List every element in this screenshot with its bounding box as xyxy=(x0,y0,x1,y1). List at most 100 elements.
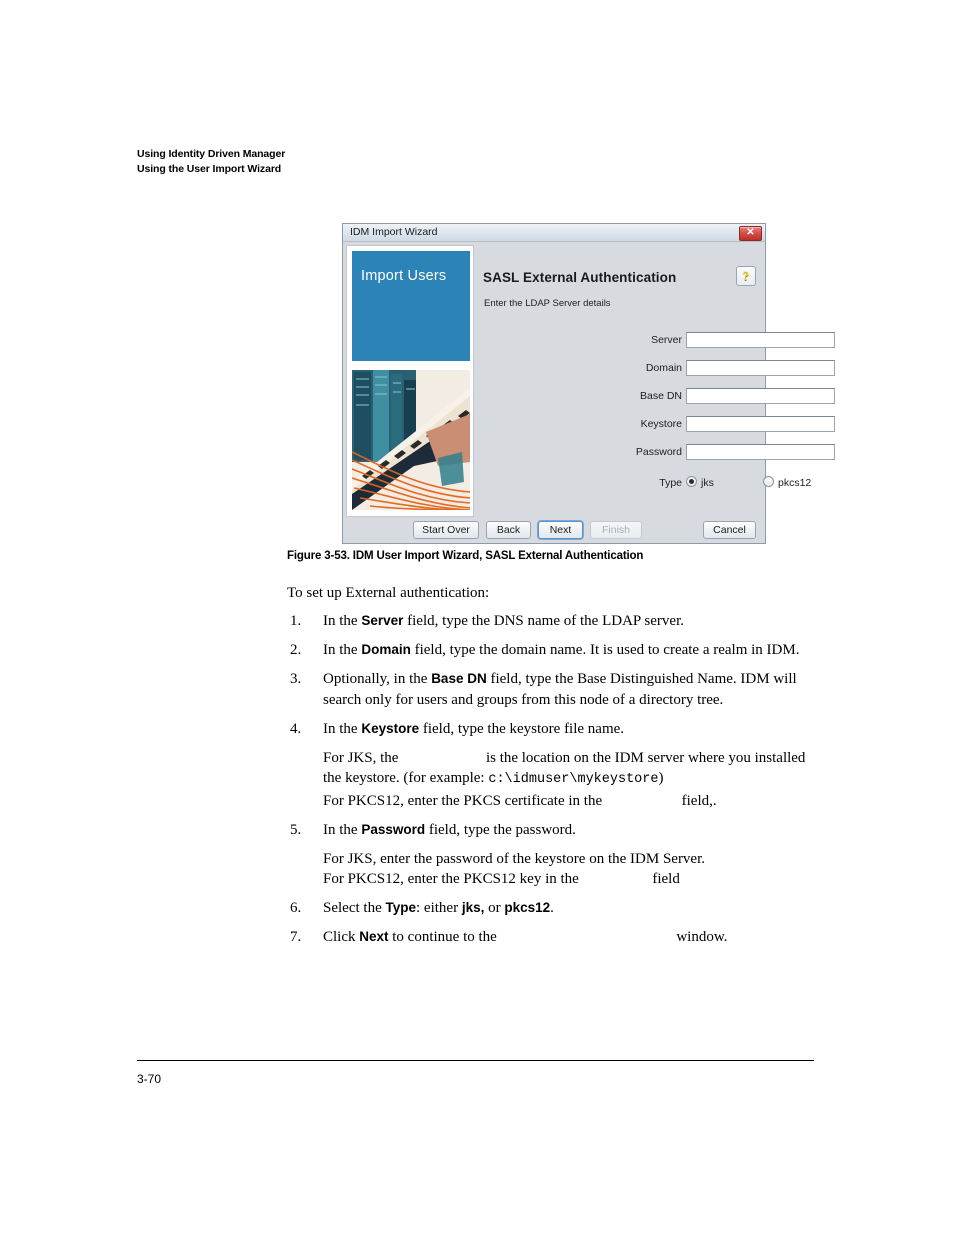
step-text: For JKS, enter the password of the keyst… xyxy=(323,850,706,867)
back-button[interactable]: Back xyxy=(486,521,531,539)
domain-label: Domain xyxy=(645,362,682,374)
radio-jks-dot xyxy=(686,476,697,487)
figure-caption: Figure 3-53. IDM User Import Wizard, SAS… xyxy=(287,550,644,562)
help-question-icon[interactable]: ? xyxy=(736,266,756,286)
code-path: c:\idmuser\mykeystore xyxy=(488,772,659,787)
emphasized-term: Next xyxy=(359,929,389,944)
step-text: field xyxy=(648,871,680,887)
field-row-server: Server xyxy=(477,331,835,350)
step-text: field, type the DNS name of the LDAP ser… xyxy=(403,613,685,629)
type-row: Type jks pkcs12 xyxy=(477,475,811,491)
step-item: 1. In the Server field, type the DNS name… xyxy=(287,611,814,632)
next-button[interactable]: Next xyxy=(538,521,583,539)
running-header-line-1: Using Identity Driven Manager xyxy=(137,148,286,160)
step-body: Click Next to continue to the window. xyxy=(323,929,727,945)
footer-rule xyxy=(137,1060,814,1061)
running-header: Using Identity Driven Manager Using the … xyxy=(137,147,285,176)
emphasized-term: Keystore xyxy=(361,720,420,736)
step-body: In the Keystore field, type the keystore… xyxy=(323,721,624,737)
step-text: In the xyxy=(323,821,362,838)
dialog-titlebar: IDM Import Wizard ✕ xyxy=(343,224,765,242)
page-number: 3-70 xyxy=(137,1072,162,1086)
close-icon-glyph: ✕ xyxy=(746,227,755,238)
step-subtext: For JKS, enter the password of the keyst… xyxy=(323,849,814,890)
emphasized-term: jks, xyxy=(461,900,485,915)
close-icon[interactable]: ✕ xyxy=(739,226,762,241)
field-row-base-dn: Base DN xyxy=(477,387,835,406)
step-text: In the xyxy=(323,720,362,737)
idm-import-wizard-dialog: IDM Import Wizard ✕ Import Users SASL Ex… xyxy=(342,223,835,545)
field-row-password: Password xyxy=(477,443,835,462)
radio-pkcs12-dot xyxy=(763,476,774,487)
step-text: or xyxy=(484,900,505,916)
emphasized-term: Domain xyxy=(361,642,411,657)
field-row-domain: Domain xyxy=(477,359,835,378)
side-panel-heading: Import Users xyxy=(361,268,447,284)
start-over-button[interactable]: Start Over xyxy=(413,521,479,539)
step-text: : either xyxy=(416,900,462,916)
step-item: 4. In the Keystore field, type the keysto… xyxy=(287,719,814,812)
procedure-steps: 1. In the Server field, type the DNS name… xyxy=(287,611,814,956)
step-text: to continue to the xyxy=(388,929,501,945)
step-item: 3. Optionally, in the Base DN field, type… xyxy=(287,669,814,710)
finish-button: Finish xyxy=(590,521,642,539)
keystore-label: Keystore xyxy=(640,418,682,430)
server-label: Server xyxy=(651,334,682,346)
password-label: Password xyxy=(635,446,682,458)
step-text: In the xyxy=(323,613,362,629)
wizard-form-pane: SASL External Authentication ? Enter the… xyxy=(477,245,835,517)
step-text: Click xyxy=(323,929,360,945)
password-input[interactable] xyxy=(686,444,835,460)
radio-pkcs12-label: pkcs12 xyxy=(778,477,812,489)
base-dn-input[interactable] xyxy=(686,388,835,404)
emphasized-term: Base DN xyxy=(431,671,487,686)
lead-paragraph: To set up External authentication: xyxy=(287,585,490,601)
step-text: Optionally, in the xyxy=(323,671,432,687)
step-subtext: For JKS, the is the location on the IDM … xyxy=(323,748,814,812)
wizard-side-panel: Import Users xyxy=(346,245,474,517)
step-body: Optionally, in the Base DN field, type t… xyxy=(323,671,797,708)
emphasized-term: Server xyxy=(361,613,404,628)
type-label: Type xyxy=(659,477,682,489)
server-input[interactable] xyxy=(686,332,835,348)
step-number: 2. xyxy=(290,642,302,658)
side-panel-banner: Import Users xyxy=(352,251,470,361)
form-instruction: Enter the LDAP Server details xyxy=(484,298,611,309)
step-number: 5. xyxy=(290,821,302,838)
step-text: For JKS, the xyxy=(323,749,403,766)
dialog-title: IDM Import Wizard xyxy=(350,226,438,238)
step-number: 4. xyxy=(290,720,302,737)
skyline-bridge-photo xyxy=(352,370,470,510)
help-question-glyph: ? xyxy=(742,268,750,283)
step-text: . xyxy=(550,900,554,916)
emphasized-term: pkcs12 xyxy=(504,900,551,915)
dialog-body: Import Users SASL External Authenticatio… xyxy=(343,242,835,545)
radio-jks[interactable]: jks xyxy=(686,475,714,491)
step-text: Select the xyxy=(323,900,386,916)
step-body: In the Server field, type the DNS name o… xyxy=(323,613,684,629)
keystore-input[interactable] xyxy=(686,416,835,432)
dialog-button-bar: Start Over Back Next Finish Cancel xyxy=(343,517,765,545)
running-header-line-2: Using the User Import Wizard xyxy=(137,162,282,175)
domain-input[interactable] xyxy=(686,360,835,376)
step-text: field, type the password. xyxy=(425,821,576,838)
step-text: window. xyxy=(672,929,728,945)
base-dn-label: Base DN xyxy=(639,390,682,402)
step-text: In the xyxy=(323,642,362,658)
radio-pkcs12[interactable]: pkcs12 xyxy=(763,475,811,491)
step-body: Select the Type: either jks, or pkcs12. xyxy=(323,900,554,916)
cancel-button[interactable]: Cancel xyxy=(703,521,756,539)
step-item: 7. Click Next to continue to the window. xyxy=(287,927,814,948)
step-number: 6. xyxy=(290,900,302,916)
step-item: 6. Select the Type: either jks, or pkcs12… xyxy=(287,898,814,919)
step-number: 1. xyxy=(290,613,302,629)
radio-jks-label: jks xyxy=(701,477,714,489)
step-item: 2. In the Domain field, type the domain n… xyxy=(287,640,814,661)
step-body: In the Password field, type the password… xyxy=(323,822,576,838)
side-panel-photo xyxy=(352,370,470,510)
step-number: 3. xyxy=(290,671,302,687)
step-text: For PKCS12, enter the PKCS12 key in the xyxy=(323,871,583,887)
step-item: 5. In the Password field, type the passwo… xyxy=(287,820,814,890)
step-body: In the Domain field, type the domain nam… xyxy=(323,642,799,658)
step-text: field,. xyxy=(677,792,717,809)
